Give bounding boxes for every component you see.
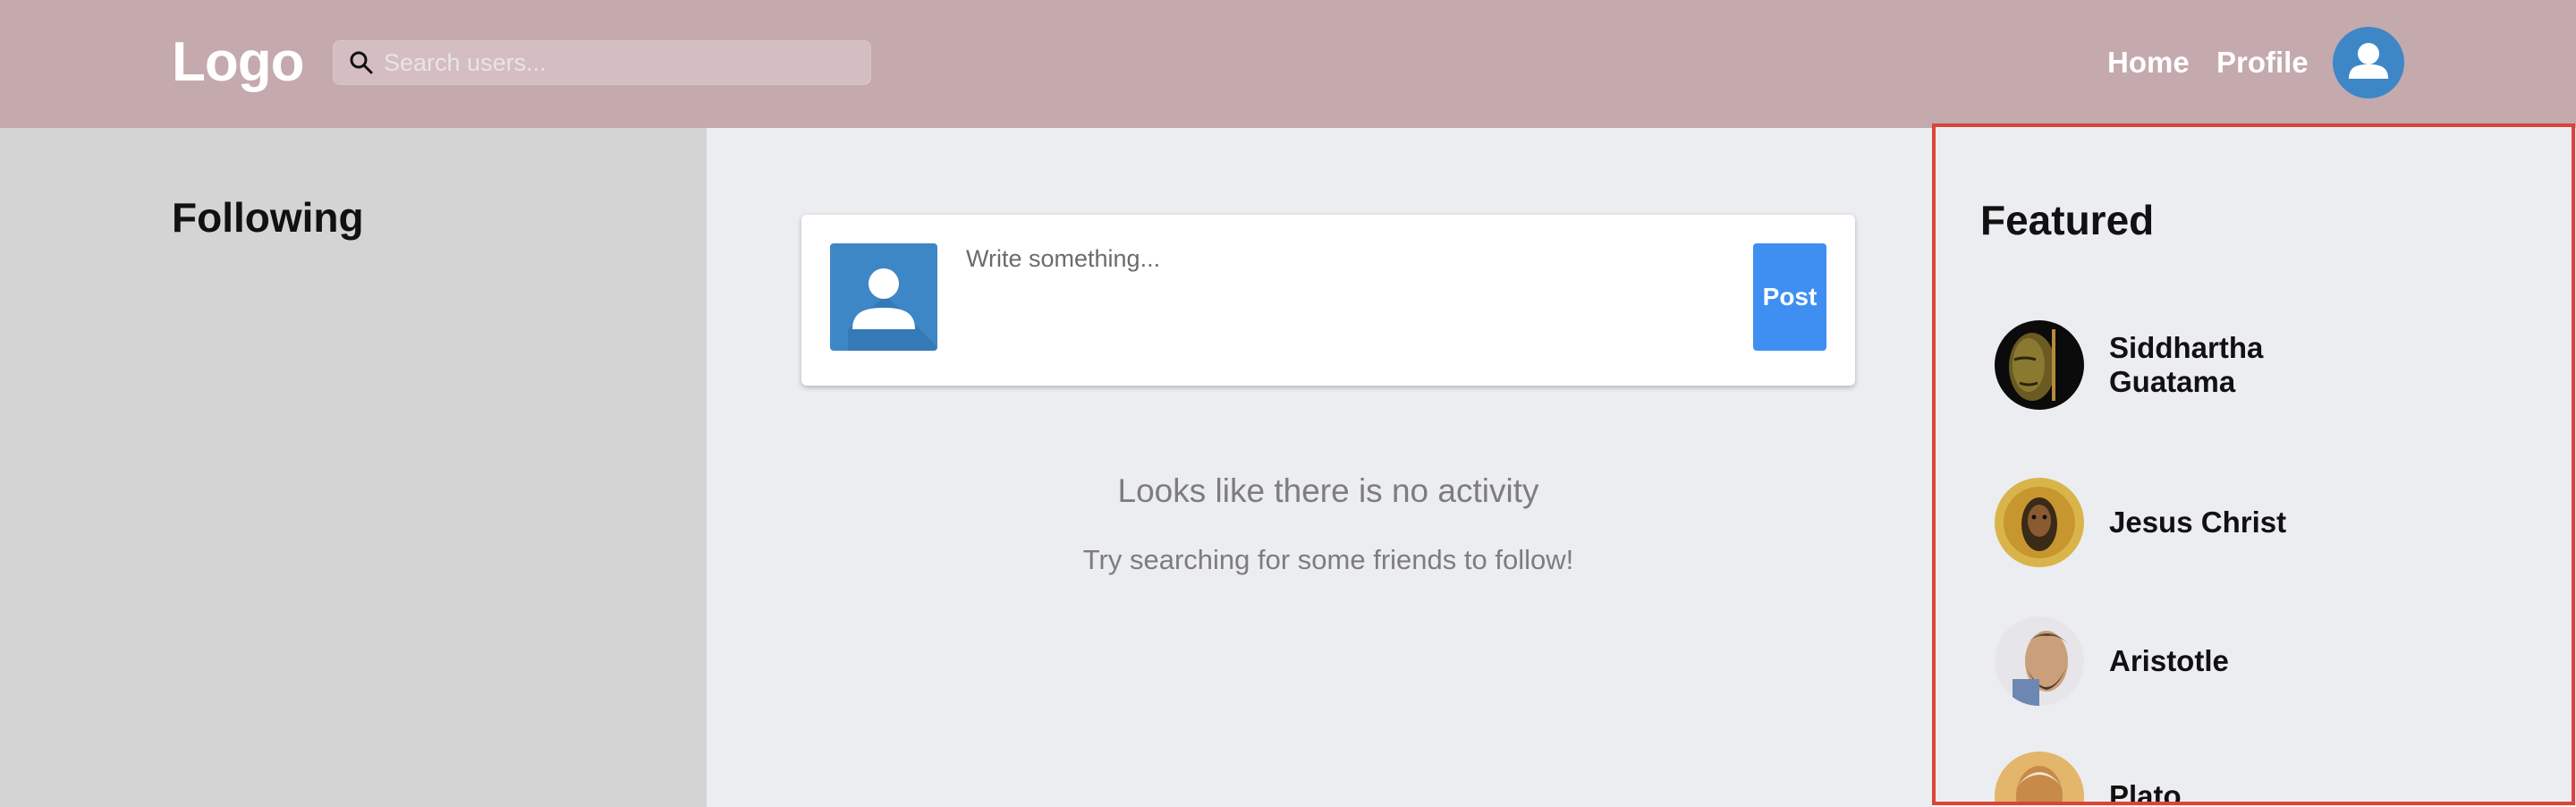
aristotle-avatar <box>1995 616 2084 706</box>
featured-title: Featured <box>1980 197 2155 243</box>
featured-panel: Featured Siddhartha Guatama Jesus Christ… <box>1932 123 2575 805</box>
nav-profile-link[interactable]: Profile <box>2216 41 2309 84</box>
empty-feed-subtitle: Try searching for some friends to follow… <box>1082 544 1574 575</box>
search-input[interactable] <box>384 48 849 77</box>
post-composer: Post <box>801 215 1855 386</box>
following-sidebar: Following <box>0 128 707 807</box>
composer-avatar-icon <box>830 243 937 351</box>
featured-user-name: Siddhartha Guatama <box>2109 331 2264 398</box>
featured-user-aristotle[interactable]: Aristotle <box>1995 616 2342 706</box>
user-avatar-icon[interactable] <box>2333 27 2404 98</box>
featured-user-jesus[interactable]: Jesus Christ <box>1995 478 2342 567</box>
featured-user-siddhartha[interactable]: Siddhartha Guatama <box>1995 320 2342 410</box>
search-icon <box>339 41 384 84</box>
buddha-avatar <box>1995 320 2084 410</box>
plato-avatar <box>1995 752 2084 802</box>
jesus-avatar <box>1995 478 2084 567</box>
search-box[interactable] <box>333 40 871 85</box>
logo[interactable]: Logo <box>172 30 304 95</box>
post-input[interactable] <box>966 245 1735 353</box>
featured-user-name: Aristotle <box>2109 644 2229 677</box>
post-button[interactable]: Post <box>1753 243 1826 351</box>
featured-user-plato[interactable]: Plato <box>1995 752 2342 805</box>
top-navbar: Logo Home Profile <box>0 0 2576 128</box>
following-title: Following <box>172 194 364 241</box>
nav-home-link[interactable]: Home <box>2107 41 2190 84</box>
empty-feed-title: Looks like there is no activity <box>1117 472 1539 509</box>
featured-user-name: Jesus Christ <box>2109 505 2287 539</box>
featured-user-name: Plato <box>2109 779 2182 805</box>
